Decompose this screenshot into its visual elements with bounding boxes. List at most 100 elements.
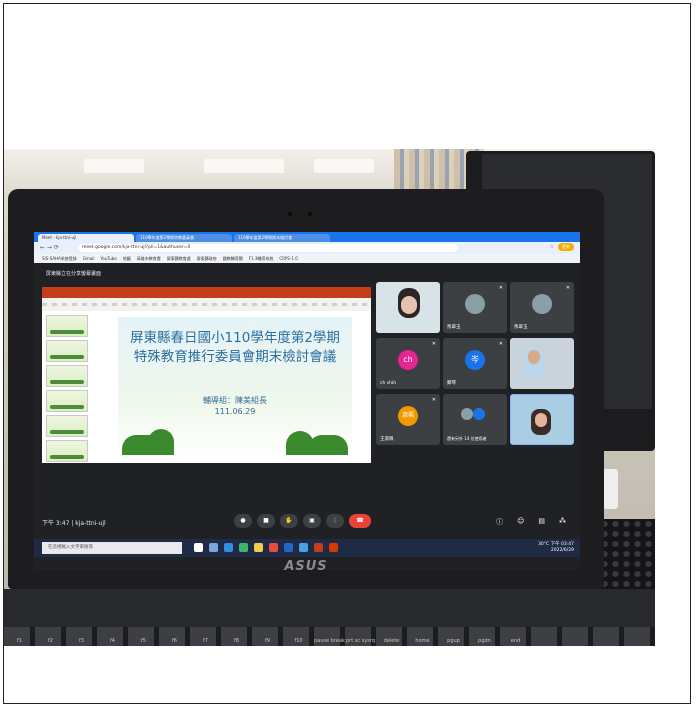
mic-off-icon: ✕ bbox=[498, 285, 503, 291]
photo-frame: Meet - kja-ttni-ujl 110學年度第2學期特教委員會 110學… bbox=[3, 3, 691, 704]
file-explorer-icon[interactable] bbox=[254, 543, 263, 552]
bookmark-item[interactable]: SIS-SAHA系統登錄 bbox=[42, 254, 77, 263]
bookmark-item[interactable]: Gmail bbox=[83, 254, 95, 263]
participant-tile[interactable]: ✕ 馬翠玉 bbox=[510, 282, 574, 333]
nav-arrows-icon[interactable]: ← → ⟳ bbox=[40, 244, 59, 251]
participant-tile[interactable]: ✕ 馬翠玉 bbox=[443, 282, 507, 333]
tray-time[interactable]: 下午 03:47 bbox=[551, 542, 574, 547]
update-button[interactable]: 更新 bbox=[558, 243, 574, 251]
bookmark-item[interactable]: 高雄市教育雲 bbox=[137, 254, 161, 263]
weather-temp: 30°C bbox=[538, 542, 550, 547]
key: f5 bbox=[141, 638, 146, 644]
edge-new-icon[interactable] bbox=[239, 543, 248, 552]
camera-button[interactable]: ■ bbox=[257, 514, 275, 528]
mic-button[interactable]: ● bbox=[234, 514, 252, 528]
browser-tab[interactable]: 110學年度第2學期期末檢討會 bbox=[234, 234, 330, 242]
store-icon[interactable] bbox=[284, 543, 293, 552]
slide-thumbnail[interactable] bbox=[46, 415, 88, 437]
bookmark-item[interactable]: 屏東縣政府 bbox=[197, 254, 217, 263]
key: pgdn bbox=[478, 638, 491, 644]
more-options-button[interactable]: ⋮ bbox=[326, 514, 344, 528]
participant-tile[interactable] bbox=[510, 338, 574, 389]
participant-tile[interactable]: ch ✕ ch shih bbox=[376, 338, 440, 389]
laptop-screen: Meet - kja-ttni-ujl 110學年度第2學期特教委員會 110學… bbox=[34, 232, 580, 570]
slide-thumbnail[interactable] bbox=[46, 340, 88, 362]
participant-face bbox=[401, 296, 417, 314]
key: pause break bbox=[314, 638, 345, 644]
participant-face bbox=[535, 413, 547, 427]
participant-avatar bbox=[473, 408, 485, 420]
powerpoint-titlebar bbox=[42, 287, 371, 298]
mic-off-icon: ✕ bbox=[565, 285, 570, 291]
slide-thumbnail[interactable] bbox=[46, 315, 88, 337]
task-view-icon[interactable] bbox=[209, 543, 218, 552]
slide-thumbnails bbox=[44, 315, 88, 463]
powerpoint-icon[interactable] bbox=[314, 543, 323, 552]
activities-icon[interactable]: ⁂ bbox=[559, 517, 566, 527]
raise-hand-button[interactable]: ✋ bbox=[280, 514, 298, 528]
self-view-tile[interactable] bbox=[510, 394, 574, 445]
bookmark-item[interactable]: 國教輔導團 bbox=[223, 254, 243, 263]
laptop-photo: Meet - kja-ttni-ujl 110學年度第2學期特教委員會 110學… bbox=[4, 149, 655, 646]
profile-photo bbox=[532, 294, 552, 314]
meeting-clock: 下午 3:47 | kja-ttni-ujl bbox=[42, 520, 106, 527]
info-icon[interactable]: ⓘ bbox=[496, 517, 503, 527]
bookmark-item[interactable]: YouTube bbox=[100, 254, 116, 263]
laptop-function-keys: f1 f2 f3 f4 f5 f6 f7 f8 f9 f10 pause breakprt sc s… bbox=[4, 627, 655, 646]
slide-thumbnail[interactable] bbox=[46, 365, 88, 387]
browser-tab[interactable]: 110學年度第2學期特教委員會 bbox=[136, 234, 232, 242]
key: f1 bbox=[17, 638, 22, 644]
chrome-icon[interactable] bbox=[269, 543, 278, 552]
participant-name: 馬翠玉 bbox=[514, 325, 528, 330]
ceiling-light bbox=[204, 159, 284, 173]
participant-tile[interactable]: 淑珮 ✕ 王淑珮 bbox=[376, 394, 440, 445]
participant-name: ch shih bbox=[380, 381, 397, 386]
browser-tabstrip: Meet - kja-ttni-ujl 110學年度第2學期特教委員會 110學… bbox=[34, 232, 580, 242]
participant-tile[interactable]: 岑 ✕ 鄭琴 bbox=[443, 338, 507, 389]
mic-off-icon: ✕ bbox=[431, 341, 436, 347]
profile-photo bbox=[465, 294, 485, 314]
edge-icon[interactable] bbox=[224, 543, 233, 552]
key: home bbox=[415, 638, 430, 644]
mail-icon[interactable] bbox=[299, 543, 308, 552]
key: f7 bbox=[203, 638, 208, 644]
mic-off-icon: ✕ bbox=[498, 341, 503, 347]
present-button[interactable]: ▣ bbox=[303, 514, 321, 528]
key: f2 bbox=[48, 638, 53, 644]
key: f8 bbox=[234, 638, 239, 644]
ceiling-light bbox=[314, 159, 374, 173]
bookmarks-bar: SIS-SAHA系統登錄 Gmail YouTube 地圖 高雄市教育雲 屏東縣… bbox=[34, 254, 580, 263]
end-call-button[interactable]: ☎ bbox=[349, 514, 371, 528]
bush-graphic bbox=[308, 435, 348, 455]
office-icon[interactable] bbox=[329, 543, 338, 552]
ceiling-light bbox=[84, 159, 144, 173]
bookmark-item[interactable]: CRPS-1.0 bbox=[279, 254, 297, 263]
slide-thumbnail[interactable] bbox=[46, 390, 88, 412]
slide-thumbnail[interactable] bbox=[46, 440, 88, 462]
slide-presenter: 輔導組：陳美組長 bbox=[203, 396, 267, 405]
url-field[interactable]: meet.google.com/kja-ttni-ujl?pli=1&authu… bbox=[78, 244, 458, 252]
cortana-icon[interactable] bbox=[194, 543, 203, 552]
key: delete bbox=[383, 638, 400, 644]
bookmark-item[interactable]: F1.3輔導系統 bbox=[249, 254, 274, 263]
taskbar-search[interactable]: 在這裡輸入文字來搜尋 bbox=[42, 542, 182, 554]
participant-tile[interactable] bbox=[376, 282, 440, 333]
bush-graphic bbox=[148, 429, 174, 455]
slide-title-line2: 特殊教育推行委員會期末檢討會議 bbox=[133, 349, 337, 365]
people-icon[interactable]: ☺ bbox=[517, 517, 524, 527]
bookmark-item[interactable]: 地圖 bbox=[123, 254, 131, 263]
participant-name: 鄭琴 bbox=[447, 381, 456, 386]
participant-face bbox=[528, 350, 540, 364]
meet-controls-bar: 下午 3:47 | kja-ttni-ujl ● ■ ✋ ▣ ⋮ ☎ ⓘ ☺ ▤… bbox=[34, 507, 580, 539]
key: f6 bbox=[172, 638, 177, 644]
more-participants-tile[interactable]: 還有另外 14 位使用者 bbox=[443, 394, 507, 445]
chat-icon[interactable]: ▤ bbox=[538, 517, 545, 527]
browser-tab[interactable]: Meet - kja-ttni-ujl bbox=[38, 234, 134, 242]
address-bar: ← → ⟳ meet.google.com/kja-ttni-ujl?pli=1… bbox=[34, 242, 580, 254]
tray-date[interactable]: 2022/6/29 bbox=[551, 548, 574, 553]
system-tray: 30°C 下午 03:47 2022/6/29 bbox=[538, 542, 574, 554]
bookmark-item[interactable]: 屏東縣教育處 bbox=[167, 254, 191, 263]
slide-title: 屏東縣春日國小110學年度第2學期 特殊教育推行委員會期末檢討會議 bbox=[118, 329, 352, 367]
bookmark-star-icon[interactable]: ☆ bbox=[550, 244, 554, 250]
key: prt sc sysrq bbox=[345, 638, 376, 644]
